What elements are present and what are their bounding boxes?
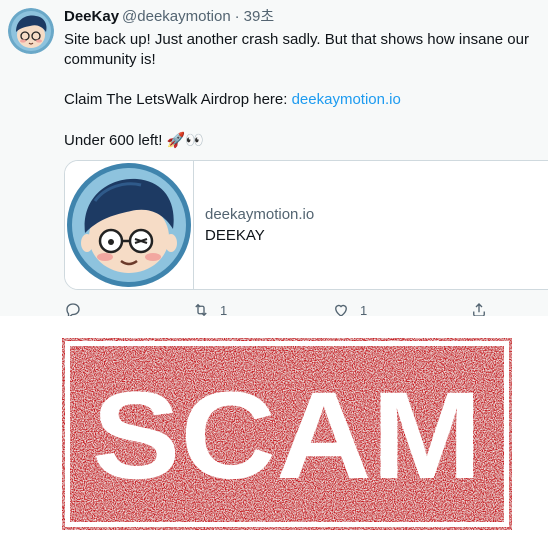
- separator-dot: ·: [234, 8, 240, 25]
- airdrop-label: Claim The LetsWalk Airdrop here:: [64, 91, 292, 108]
- scam-stamp: SCAM: [59, 335, 515, 533]
- card-avatar-image: [67, 163, 191, 287]
- retweet-count: 1: [220, 302, 228, 317]
- link-preview-card[interactable]: deekaymotion.io DEEKAY: [64, 160, 548, 290]
- tweet-text-line1: Site back up! Just another crash sadly. …: [64, 31, 529, 68]
- display-name[interactable]: DeeKay: [64, 8, 119, 25]
- airdrop-link[interactable]: deekaymotion.io: [292, 91, 401, 108]
- like-count: 1: [360, 302, 368, 317]
- tweet-text: Site back up! Just another crash sadly. …: [64, 30, 540, 151]
- timestamp[interactable]: 39초: [244, 8, 275, 25]
- card-domain: deekaymotion.io: [205, 206, 315, 223]
- remaining-text: Under 600 left!: [64, 132, 167, 149]
- rocket-eyes-emoji: 🚀👀: [166, 131, 204, 149]
- scam-stamp-banner: SCAM: [0, 316, 548, 546]
- heart-icon: [335, 304, 347, 316]
- reply-button[interactable]: [64, 300, 92, 316]
- share-button[interactable]: [470, 300, 488, 316]
- avatar-image: [8, 8, 54, 54]
- share-icon: [473, 303, 485, 316]
- tweet-actions: 1 1: [64, 300, 534, 316]
- user-handle[interactable]: @deekaymotion: [122, 8, 231, 25]
- retweet-icon: [195, 303, 207, 316]
- tweet[interactable]: DeeKay @deekaymotion · 39초 Site back up! Ju…: [0, 0, 548, 316]
- tweet-text-line3: Under 600 left! 🚀👀: [64, 130, 540, 151]
- like-button[interactable]: 1: [332, 300, 367, 316]
- tweet-text-line2: Claim The LetsWalk Airdrop here: deekaym…: [64, 90, 540, 110]
- scam-text: SCAM: [92, 367, 482, 505]
- card-title: DEEKAY: [205, 227, 265, 244]
- reply-icon: [66, 303, 80, 316]
- card-thumbnail: [65, 161, 194, 289]
- retweet-button[interactable]: 1: [192, 300, 227, 316]
- tweet-header: DeeKay @deekaymotion · 39초: [64, 7, 274, 27]
- avatar[interactable]: [8, 8, 54, 54]
